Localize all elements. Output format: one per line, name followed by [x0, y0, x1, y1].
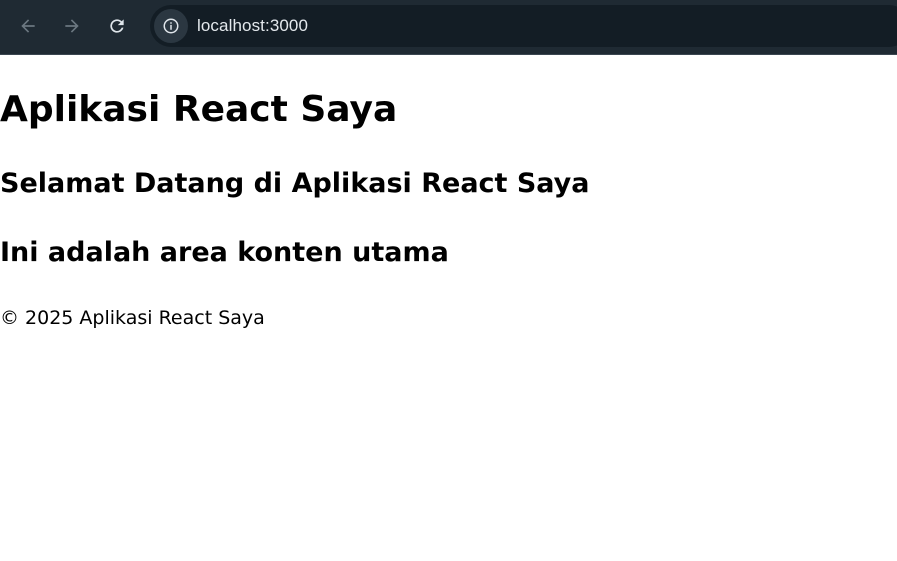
- welcome-heading: Selamat Datang di Aplikasi React Saya: [0, 168, 590, 199]
- reload-icon: [110, 19, 124, 33]
- info-icon: [163, 18, 179, 34]
- arrow-left-icon: [21, 19, 35, 33]
- browser-toolbar: localhost:3000: [0, 0, 897, 55]
- site-info-button[interactable]: [154, 9, 188, 43]
- main-content-heading: Ini adalah area konten utama: [0, 237, 449, 268]
- app-title: Aplikasi React Saya: [0, 89, 398, 130]
- footer-text: © 2025 Aplikasi React Saya: [0, 307, 265, 329]
- forward-button[interactable]: [54, 8, 90, 44]
- url-text[interactable]: localhost:3000: [197, 16, 308, 36]
- address-bar[interactable]: localhost:3000: [150, 5, 897, 47]
- reload-button[interactable]: [99, 8, 135, 44]
- arrow-right-icon: [65, 19, 79, 33]
- back-button[interactable]: [10, 8, 46, 44]
- page-content: Aplikasi React Saya Selamat Datang di Ap…: [0, 56, 897, 561]
